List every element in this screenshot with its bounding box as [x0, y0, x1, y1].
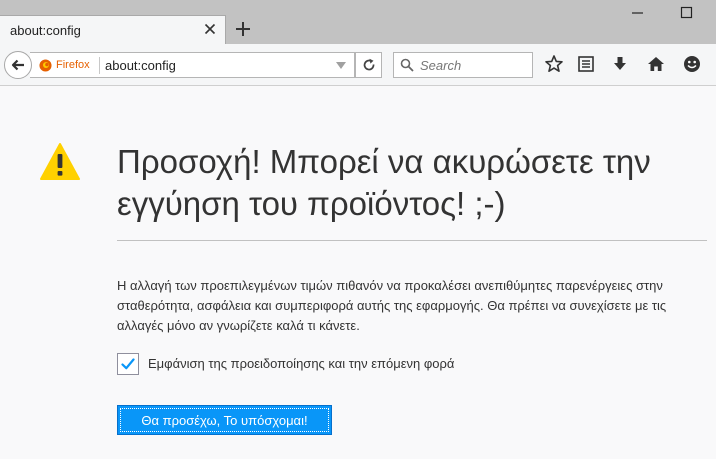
url-text[interactable]: about:config	[105, 58, 176, 73]
download-icon[interactable]	[610, 54, 630, 74]
checkmark-icon	[121, 358, 135, 370]
warning-text: Η αλλαγή των προεπιλεγμένων τιμών πιθανό…	[117, 278, 667, 333]
library-icon[interactable]	[576, 54, 596, 74]
star-icon[interactable]	[544, 54, 564, 74]
page-title: Προσοχή! Μπορεί να ακυρώσετε την εγγύηση…	[117, 143, 651, 222]
url-separator	[99, 57, 100, 74]
search-bar[interactable]	[393, 52, 533, 78]
search-input[interactable]	[420, 57, 528, 74]
close-icon[interactable]	[202, 21, 218, 37]
tab-strip: about:config	[0, 0, 716, 44]
nav-bar: Firefox about:config	[0, 44, 716, 86]
divider	[117, 240, 707, 241]
minimize-icon[interactable]	[631, 6, 645, 20]
url-bar[interactable]: Firefox about:config	[30, 52, 355, 78]
reload-icon	[363, 58, 375, 71]
search-icon	[400, 58, 414, 72]
plus-icon[interactable]	[234, 20, 252, 38]
back-arrow-icon	[11, 59, 24, 71]
home-icon[interactable]	[646, 54, 666, 74]
show-warning-label[interactable]: Εμφάνιση της προειδοποίησης και την επόμ…	[148, 356, 454, 371]
chevron-down-icon[interactable]	[336, 62, 346, 70]
reload-button[interactable]	[355, 52, 382, 78]
accept-risk-button[interactable]: Θα προσέχω, Το υπόσχομαι!	[117, 405, 332, 435]
tab-about-config[interactable]: about:config	[0, 15, 226, 44]
identity-label: Firefox	[56, 59, 90, 71]
maximize-icon[interactable]	[680, 6, 694, 20]
smiley-icon[interactable]	[682, 54, 702, 74]
tab-title: about:config	[10, 23, 81, 38]
show-warning-checkbox[interactable]	[117, 353, 139, 375]
back-button[interactable]	[4, 51, 32, 79]
firefox-icon	[39, 59, 52, 72]
accept-risk-label: Θα προσέχω, Το υπόσχομαι!	[120, 408, 329, 432]
warning-icon	[40, 143, 80, 180]
